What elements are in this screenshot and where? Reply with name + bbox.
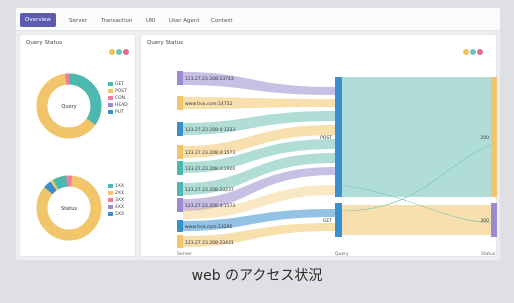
status-label: 300 [480, 218, 489, 224]
left-panel-menu-dots[interactable] [108, 40, 129, 55]
legend-item: 1XX [108, 183, 124, 190]
query-legend: GET POST CON... HEAD PUT [108, 81, 129, 116]
server-node[interactable] [177, 145, 183, 159]
tab-uri[interactable]: URI [141, 14, 160, 28]
axis-label-query: Query [335, 251, 349, 257]
status-donut-label: Status [61, 206, 77, 212]
right-panel: Query Status 123.27.23.208:23743 www.tiv… [140, 34, 497, 257]
server-label: 123.27.23.208:4:1920 [185, 166, 235, 172]
legend-item: 4XX [108, 204, 124, 211]
server-label: www.tiva.com:13295 [185, 224, 233, 230]
tab-transaction[interactable]: Transaction [96, 14, 137, 28]
dot-icon [116, 49, 122, 55]
axis-label-server: Server [177, 251, 192, 257]
legend-item: GET [108, 81, 129, 88]
server-node[interactable] [177, 161, 183, 175]
server-label: 123.27.23.208:23237 [185, 187, 234, 193]
query-node-get[interactable] [335, 203, 342, 237]
server-node[interactable] [177, 71, 183, 85]
sankey-diagram: 123.27.23.208:23743 www.tiva.com:14752 1… [177, 71, 497, 257]
tab-bar: Overview Server Transaction URI User Age… [16, 8, 500, 31]
status-node-200[interactable] [491, 77, 497, 197]
server-label: 123.27.23.208:4:1333 [185, 127, 235, 133]
legend-item: CON... [108, 95, 129, 102]
server-label: 123.27.23.208:23743 [185, 76, 234, 82]
query-donut: Query [36, 73, 102, 139]
server-node[interactable] [177, 182, 183, 196]
server-label: 123.27.23.208:4:1573 [185, 203, 235, 209]
status-label: 200 [480, 135, 489, 141]
tab-server[interactable]: Server [64, 14, 92, 28]
legend-item: 3XX [108, 197, 124, 204]
page-caption: web のアクセス状況 [191, 268, 323, 284]
server-node[interactable] [177, 235, 183, 248]
server-label: 123.27.23.208:23431 [185, 240, 234, 246]
server-node[interactable] [177, 122, 183, 136]
legend-item: POST [108, 88, 129, 95]
server-node[interactable] [177, 220, 183, 232]
server-label: 123.27.23.208:4:1573 [185, 150, 235, 156]
status-legend: 1XX 2XX 3XX 4XX 5XX [108, 183, 124, 218]
legend-item: 5XX [108, 211, 124, 218]
axis-label-status: Status [481, 251, 496, 257]
query-donut-label: Query [61, 104, 76, 110]
tab-user-agent[interactable]: User Agent [164, 14, 205, 28]
tab-overview[interactable]: Overview [20, 13, 56, 27]
flow-link [183, 72, 335, 95]
server-node[interactable] [177, 198, 183, 212]
left-panel: Query Status Query GET POST CON... HEAD … [19, 34, 136, 257]
dot-icon [123, 49, 129, 55]
legend-item: HEAD [108, 102, 129, 109]
query-label: POST [320, 135, 332, 141]
flow-link [341, 77, 491, 197]
server-label: www.tiva.com:14752 [185, 101, 233, 107]
tab-context[interactable]: Context [206, 14, 238, 28]
status-node-300[interactable] [491, 203, 497, 237]
dot-icon [109, 49, 115, 55]
legend-item: 2XX [108, 190, 124, 197]
query-node-post[interactable] [335, 77, 342, 197]
query-label: GET [323, 218, 332, 224]
left-panel-title: Query Status [26, 40, 62, 46]
status-donut: Status [36, 175, 102, 241]
server-node[interactable] [177, 96, 183, 110]
app-frame: Overview Server Transaction URI User Age… [16, 8, 500, 260]
legend-item: PUT [108, 109, 129, 116]
